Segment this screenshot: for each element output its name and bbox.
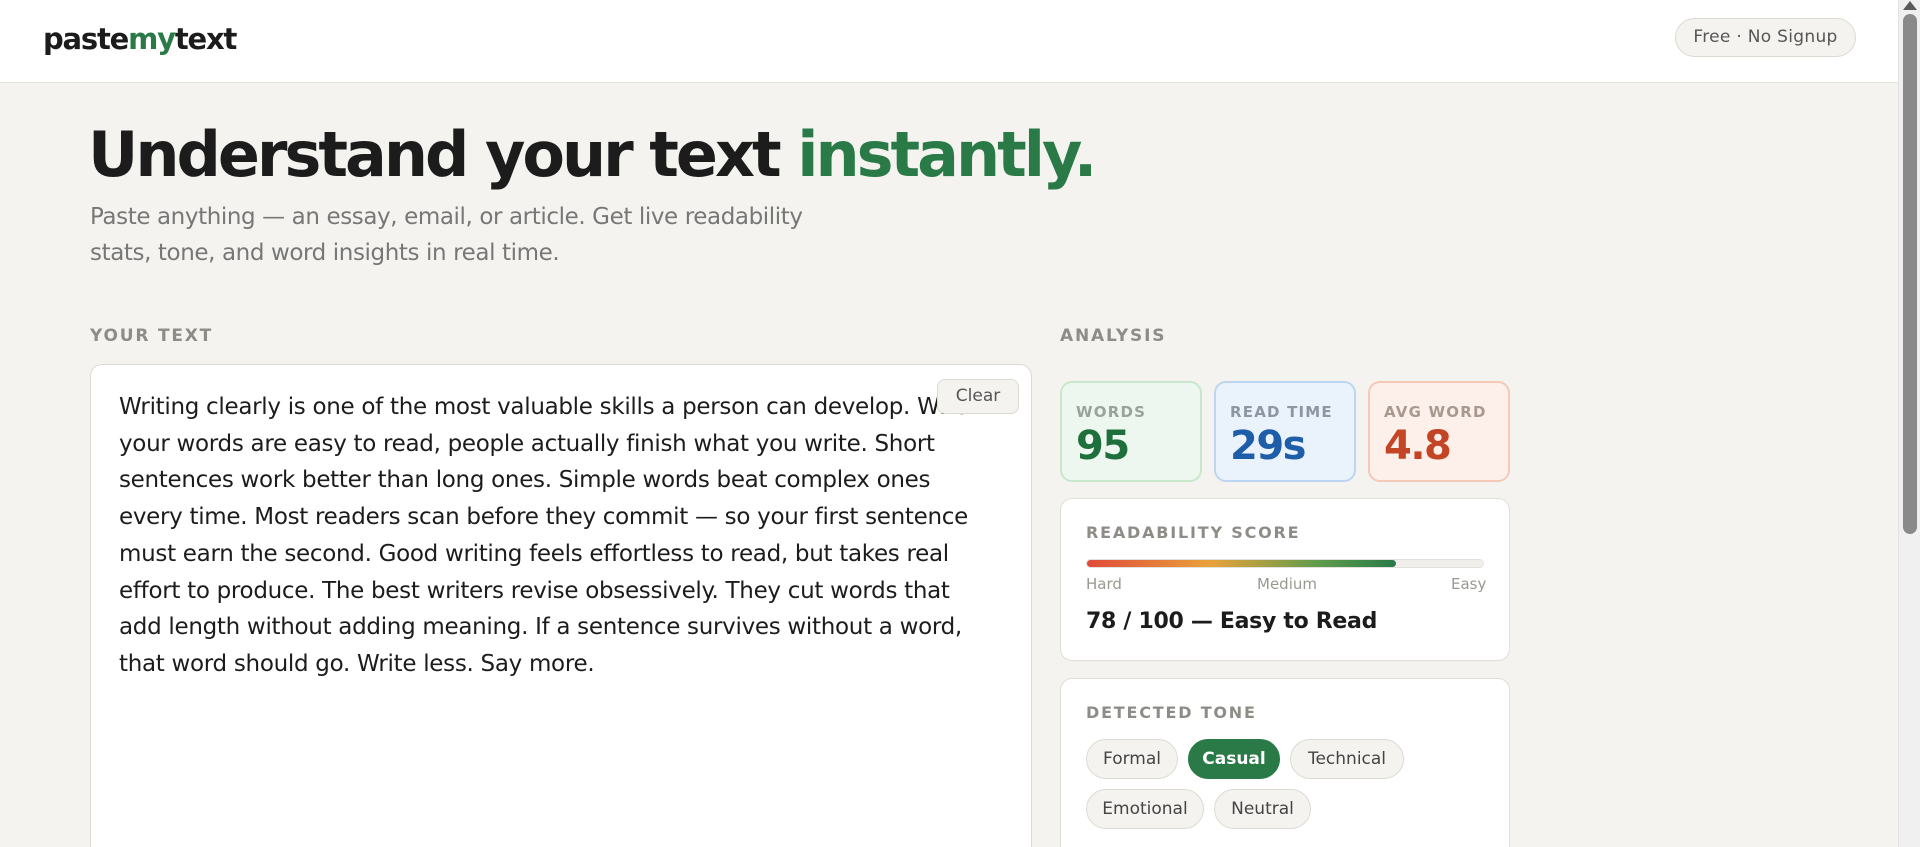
- readability-label: READABILITY SCORE: [1086, 523, 1301, 542]
- tone-panel: DETECTED TONE Formal Casual Technical Em…: [1060, 678, 1510, 847]
- tone-chip-emotional[interactable]: Emotional: [1086, 789, 1204, 829]
- readability-score-text: 78 / 100 — Easy to Read: [1086, 609, 1378, 634]
- page-scrollbar[interactable]: [1898, 0, 1920, 847]
- readability-bar: [1086, 559, 1484, 568]
- logo-suffix: text: [174, 22, 238, 56]
- title-main: Understand your text: [88, 118, 798, 191]
- clear-button[interactable]: Clear: [937, 379, 1019, 414]
- avg-word-stat-value: 4.8: [1384, 423, 1452, 469]
- tone-chip-casual[interactable]: Casual: [1188, 739, 1280, 779]
- logo-prefix: paste: [43, 22, 129, 56]
- scroll-thumb[interactable]: [1903, 14, 1917, 534]
- top-bar: pastemytext Free · No Signup: [0, 0, 1898, 83]
- your-text-label: YOUR TEXT: [90, 326, 214, 346]
- scroll-up-arrow-icon[interactable]: [1903, 1, 1917, 10]
- tone-label: DETECTED TONE: [1086, 703, 1257, 722]
- scale-hard-label: Hard: [1086, 575, 1122, 593]
- page-title: Understand your text instantly.: [88, 118, 1097, 191]
- free-badge: Free · No Signup: [1675, 18, 1856, 57]
- analysis-label: ANALYSIS: [1060, 326, 1167, 346]
- words-stat-label: WORDS: [1076, 403, 1147, 421]
- scale-medium-label: Medium: [1257, 575, 1317, 593]
- read-time-stat-label: READ TIME: [1230, 403, 1333, 421]
- readability-panel: READABILITY SCORE Hard Medium Easy 78 / …: [1060, 498, 1510, 661]
- text-input-content[interactable]: Writing clearly is one of the most valua…: [119, 389, 999, 683]
- read-time-stat-card: READ TIME 29s: [1214, 381, 1356, 482]
- text-input-area[interactable]: Writing clearly is one of the most valua…: [90, 364, 1032, 847]
- tone-chip-technical[interactable]: Technical: [1290, 739, 1404, 779]
- logo[interactable]: pastemytext: [43, 22, 238, 56]
- scale-easy-label: Easy: [1451, 575, 1487, 593]
- title-accent: instantly.: [797, 118, 1097, 191]
- page-subtitle: Paste anything — an essay, email, or art…: [90, 204, 803, 266]
- tone-chip-neutral[interactable]: Neutral: [1214, 789, 1311, 829]
- avg-word-stat-card: AVG WORD 4.8: [1368, 381, 1510, 482]
- tone-chip-formal[interactable]: Formal: [1086, 739, 1178, 779]
- avg-word-stat-label: AVG WORD: [1384, 403, 1487, 421]
- readability-bar-fill: [1087, 560, 1396, 567]
- logo-accent: my: [128, 22, 176, 56]
- words-stat-value: 95: [1076, 423, 1130, 469]
- read-time-stat-value: 29s: [1230, 423, 1306, 469]
- words-stat-card: WORDS 95: [1060, 381, 1202, 482]
